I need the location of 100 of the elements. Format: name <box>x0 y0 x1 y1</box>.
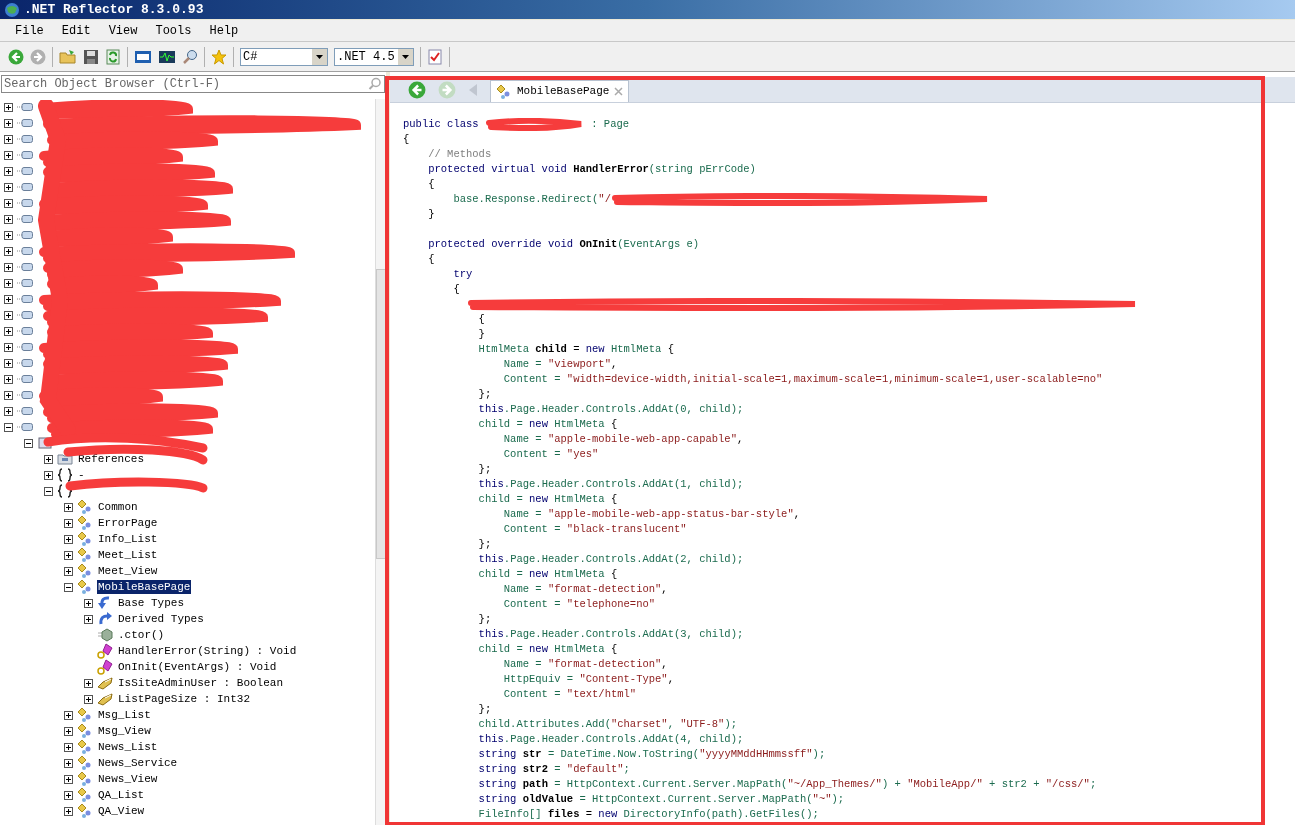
expand-toggle[interactable] <box>44 486 53 496</box>
class-icon <box>77 531 93 547</box>
code-line: Content = "text/html" <box>502 687 638 702</box>
expand-toggle[interactable] <box>4 214 13 224</box>
tree-item-label[interactable]: News_View <box>97 772 159 786</box>
class-icon <box>77 563 93 579</box>
tree-item-label[interactable]: QA_List <box>97 788 146 802</box>
braces-icon <box>57 483 73 499</box>
expand-toggle[interactable] <box>64 710 73 720</box>
search-field[interactable]: Search Object Browser (Ctrl-F) <box>1 75 385 93</box>
expand-toggle[interactable] <box>4 246 13 256</box>
expand-toggle[interactable] <box>4 182 13 192</box>
expand-toggle[interactable] <box>64 774 73 784</box>
scrollbar[interactable] <box>375 99 386 825</box>
expand-toggle[interactable] <box>64 566 73 576</box>
expand-toggle[interactable] <box>64 726 73 736</box>
expand-toggle[interactable] <box>4 262 13 272</box>
expand-toggle[interactable] <box>4 150 13 160</box>
assembly-icon <box>17 311 33 319</box>
tree-item-label[interactable]: IsSiteAdminUser : Boolean <box>117 676 285 690</box>
expand-toggle[interactable] <box>44 470 53 480</box>
tree-item-label[interactable]: Meet_List <box>97 548 159 562</box>
tree-item-label[interactable]: MobileBasePage <box>97 580 192 594</box>
document-tab[interactable]: MobileBasePage <box>490 80 630 102</box>
tree-item-label[interactable]: Msg_View <box>97 724 152 738</box>
tree-item-label[interactable]: Common <box>97 500 139 514</box>
assembly-icon <box>17 263 33 271</box>
code-line: }; <box>477 387 493 402</box>
menu-item[interactable]: Edit <box>54 21 98 40</box>
refresh-icon[interactable] <box>105 48 121 65</box>
tree-item-label[interactable]: Meet_View <box>97 564 159 578</box>
assembly-icon <box>17 215 33 223</box>
waveform-icon[interactable] <box>158 48 176 65</box>
menu-item[interactable]: Tools <box>148 21 199 40</box>
assembly-icon <box>17 199 33 207</box>
assembly-icon <box>17 391 33 399</box>
back-icon[interactable] <box>8 48 24 65</box>
expand-toggle[interactable] <box>4 294 13 304</box>
expand-toggle[interactable] <box>64 518 73 528</box>
class-icon <box>77 803 93 819</box>
expand-toggle[interactable] <box>4 422 13 432</box>
class-icon <box>77 707 93 723</box>
expand-toggle[interactable] <box>64 790 73 800</box>
tree-item-label[interactable]: Derived Types <box>117 612 205 626</box>
expand-toggle[interactable] <box>4 310 13 320</box>
expand-toggle[interactable] <box>64 534 73 544</box>
expand-toggle[interactable] <box>24 438 33 448</box>
back-icon[interactable] <box>408 81 426 99</box>
tree-item-label[interactable]: Base Types <box>117 596 185 610</box>
expand-toggle[interactable] <box>84 614 93 624</box>
checklist-icon[interactable] <box>427 48 443 65</box>
tree-item-label[interactable]: .ctor() <box>117 628 166 642</box>
menu-item[interactable]: View <box>101 21 145 40</box>
tree-item-label[interactable]: - <box>77 468 86 482</box>
expand-toggle[interactable] <box>84 678 93 688</box>
tree-item-label[interactable]: OnInit(EventArgs) : Void <box>117 660 278 674</box>
expand-toggle[interactable] <box>84 598 93 608</box>
menu-item[interactable]: File <box>8 21 51 40</box>
expand-toggle[interactable] <box>4 358 13 368</box>
expand-toggle[interactable] <box>64 758 73 768</box>
star-icon[interactable] <box>211 48 227 65</box>
expand-toggle[interactable] <box>64 550 73 560</box>
expand-toggle[interactable] <box>4 278 13 288</box>
tree-item-label[interactable]: QA_View <box>97 804 146 818</box>
expand-toggle[interactable] <box>64 742 73 752</box>
framework-dropdown[interactable]: .NET 4.5 <box>334 47 414 66</box>
class-icon <box>77 499 93 515</box>
tree-item-label[interactable]: ListPageSize : Int32 <box>117 692 252 706</box>
tree-item-label[interactable]: News_Service <box>97 756 179 770</box>
search-icon[interactable] <box>182 48 198 65</box>
tree-item-label[interactable]: HandlerError(String) : Void <box>117 644 298 658</box>
tree-item-label[interactable]: Msg_List <box>97 708 152 722</box>
tree-item-label[interactable]: News_List <box>97 740 159 754</box>
expand-toggle[interactable] <box>4 374 13 384</box>
expand-toggle[interactable] <box>44 454 53 464</box>
tree-item-label[interactable]: References <box>77 452 145 466</box>
expand-toggle[interactable] <box>4 102 13 112</box>
class-icon <box>77 771 93 787</box>
expand-toggle[interactable] <box>4 118 13 128</box>
tree-item-label[interactable]: Info_List <box>97 532 159 546</box>
save-icon[interactable] <box>83 48 99 65</box>
expand-toggle[interactable] <box>84 694 93 704</box>
expand-toggle[interactable] <box>4 198 13 208</box>
class-icon <box>77 515 93 531</box>
expand-toggle[interactable] <box>4 166 13 176</box>
code-text: public class <box>403 117 480 132</box>
language-dropdown[interactable]: C# <box>240 47 328 66</box>
expand-toggle[interactable] <box>64 582 73 592</box>
assembly-icon <box>17 407 33 415</box>
code-line: child = new HtmlMeta { <box>477 492 619 507</box>
expand-toggle[interactable] <box>4 406 13 416</box>
expand-toggle[interactable] <box>4 390 13 400</box>
expand-toggle[interactable] <box>64 806 73 816</box>
tree-item-label[interactable]: ErrorPage <box>97 516 159 530</box>
expand-toggle[interactable] <box>64 502 73 512</box>
expand-toggle[interactable] <box>4 134 13 144</box>
expand-toggle[interactable] <box>4 326 13 336</box>
expand-toggle[interactable] <box>4 342 13 352</box>
expand-toggle[interactable] <box>4 230 13 240</box>
menu-item[interactable]: Help <box>202 21 246 40</box>
